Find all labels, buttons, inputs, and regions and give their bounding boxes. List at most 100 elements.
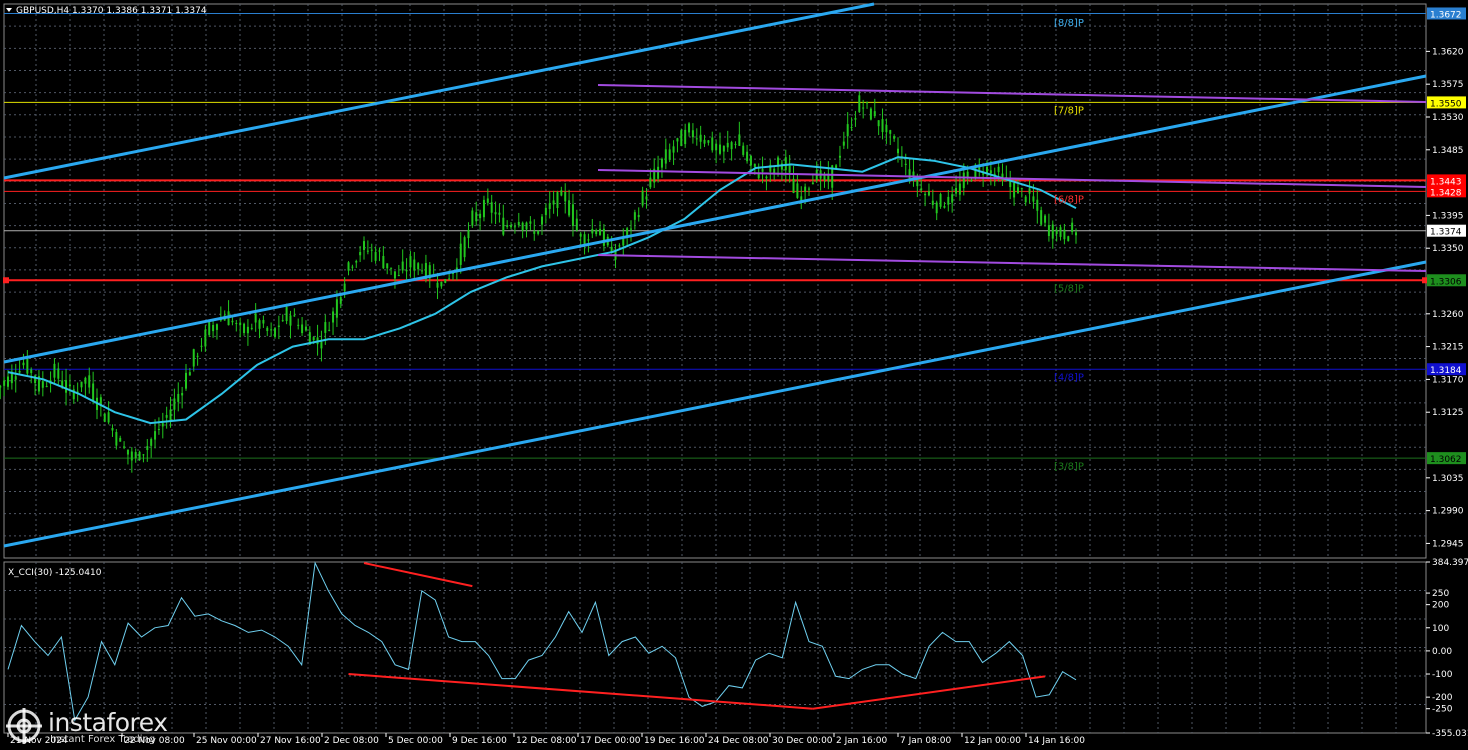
- candle-body: [1036, 199, 1039, 211]
- time-label: 2 Jan 16:00: [836, 736, 888, 746]
- candle-body: [436, 282, 439, 288]
- candle-body: [22, 362, 25, 366]
- price-label-text: 1.3184: [1430, 366, 1462, 376]
- candle-body: [343, 283, 346, 291]
- murrey-label: [7/8]P: [1054, 106, 1084, 117]
- symbol-dropdown-icon: [6, 8, 12, 12]
- candle-body: [57, 368, 60, 379]
- candle-body: [0, 385, 2, 388]
- candle-body: [204, 329, 207, 347]
- candle-body: [688, 123, 691, 133]
- candle-body: [421, 270, 424, 272]
- time-label: 21 Nov 2024: [10, 736, 68, 746]
- candle-body: [552, 200, 555, 205]
- moving-average-line: [7, 156, 1077, 425]
- cci-tick-label: -100: [1432, 670, 1453, 680]
- candle-body: [413, 259, 416, 271]
- candle-body: [734, 143, 737, 145]
- candle-body: [165, 415, 168, 418]
- murrey-label: [8/8]P: [1054, 18, 1084, 29]
- candle-body: [103, 413, 106, 422]
- time-label: 2 Dec 08:00: [324, 736, 379, 746]
- candle-body: [1051, 224, 1054, 239]
- candle-body: [18, 370, 21, 373]
- cci-tick-label: 384.3971: [1432, 558, 1468, 568]
- time-label: 22 Nov 08:00: [124, 736, 185, 746]
- price-chart[interactable]: [8/8]P [7/8]P [6/8]P [5/8]P [4/8]P [3/8]P 1.36…: [0, 0, 1468, 750]
- candle-body: [262, 319, 265, 324]
- candle-body: [599, 228, 602, 236]
- price-label-text: 1.3672: [1430, 10, 1462, 20]
- candle-body: [958, 183, 961, 195]
- candle-body: [258, 320, 261, 329]
- candle-body: [808, 188, 810, 190]
- candle-body: [1028, 188, 1031, 194]
- candle-body: [788, 165, 791, 173]
- time-label: 19 Dec 16:00: [644, 736, 705, 746]
- candle-body: [649, 177, 652, 188]
- candle-body: [88, 375, 91, 388]
- candle-body: [239, 322, 242, 325]
- price-tick-label: 1.3125: [1432, 408, 1464, 418]
- candle-body: [510, 225, 513, 228]
- candle-body: [885, 124, 888, 133]
- candle-body: [45, 386, 48, 388]
- candle-body: [1020, 188, 1023, 190]
- cci-tick-label: -250: [1432, 705, 1453, 715]
- candle-body: [146, 446, 149, 451]
- candle-body: [444, 279, 447, 283]
- candle-body: [390, 267, 393, 269]
- candle-body: [107, 412, 110, 423]
- linreg-lower-line: [597, 254, 1427, 272]
- candle-body: [351, 266, 354, 268]
- candle-body: [92, 383, 95, 401]
- candle-body: [157, 428, 160, 430]
- candle-body: [270, 329, 273, 331]
- price-tick-label: 1.3575: [1432, 80, 1464, 90]
- candle-body: [115, 432, 118, 446]
- candle-body: [243, 323, 246, 333]
- candle-body: [393, 271, 396, 279]
- candle-body: [699, 134, 702, 142]
- candle-body: [970, 179, 973, 182]
- candle-body: [792, 178, 795, 193]
- candle-body: [482, 199, 485, 218]
- candle-body: [668, 149, 671, 160]
- candle-body: [695, 138, 698, 140]
- candle-body: [680, 130, 683, 147]
- candle-body: [560, 190, 563, 196]
- price-tick-label: 1.3215: [1432, 343, 1464, 353]
- candle-body: [1063, 229, 1066, 240]
- price-tick-label: 1.2945: [1432, 539, 1464, 549]
- candle-body: [715, 143, 718, 151]
- candle-body: [498, 212, 501, 215]
- candle-body: [7, 376, 9, 387]
- candle-body: [521, 222, 524, 231]
- candle-body: [761, 169, 764, 172]
- candle-body: [877, 120, 880, 127]
- candle-body: [858, 95, 861, 112]
- candle-body: [123, 446, 126, 448]
- candle-body: [386, 263, 389, 269]
- candle-body: [579, 233, 582, 237]
- candle-body: [618, 245, 621, 247]
- candle-body: [811, 182, 814, 185]
- candle-body: [765, 176, 768, 179]
- candle-body: [920, 188, 923, 190]
- candle-body: [881, 119, 884, 133]
- candle-body: [637, 214, 640, 218]
- candle-body: [235, 323, 238, 325]
- candle-body: [355, 261, 358, 263]
- price-tick-label: 1.3530: [1432, 113, 1464, 123]
- candle-body: [119, 437, 122, 442]
- candle-body: [989, 170, 992, 174]
- candle-body: [889, 130, 892, 134]
- cci-tick-label: 200: [1432, 601, 1449, 611]
- candle-body: [41, 381, 44, 388]
- candle-body: [684, 129, 687, 145]
- price-tick-label: 1.3170: [1432, 375, 1464, 385]
- candle-body: [347, 262, 350, 271]
- grid-lines: [4, 4, 1426, 733]
- candle-body: [254, 313, 257, 323]
- candle-body: [1044, 215, 1047, 223]
